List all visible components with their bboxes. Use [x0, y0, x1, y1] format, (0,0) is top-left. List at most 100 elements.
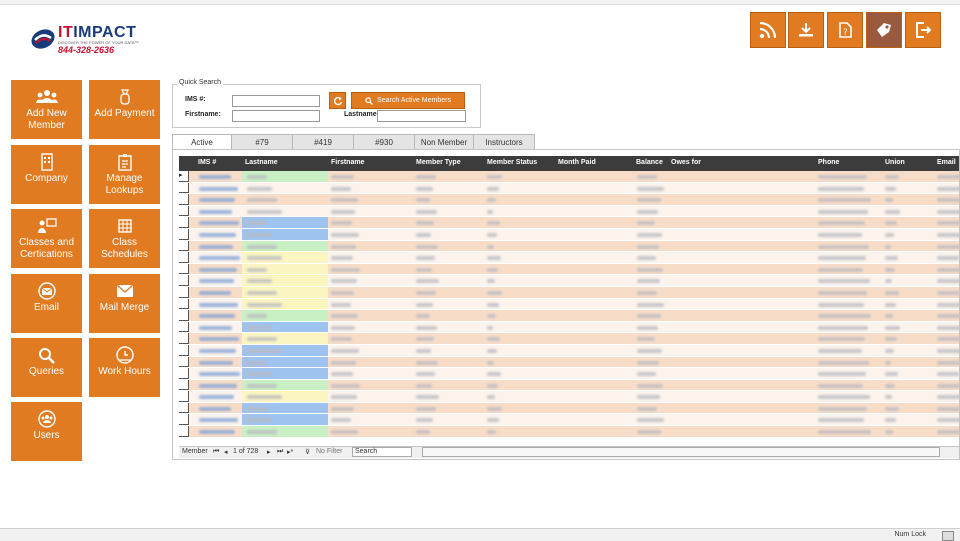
redacted-cell — [885, 383, 895, 388]
table-row[interactable] — [179, 298, 959, 311]
first-record-icon[interactable]: ⏮ — [213, 448, 219, 456]
row-selector[interactable] — [179, 379, 189, 391]
work-hours-button[interactable]: Work Hours — [89, 338, 160, 397]
row-selector[interactable] — [179, 344, 189, 356]
logo-phone: 844-328-2636 — [58, 45, 115, 55]
row-selector[interactable] — [179, 275, 189, 286]
table-row[interactable] — [179, 426, 959, 438]
next-record-icon[interactable]: ▸ — [267, 448, 271, 456]
grid-rows: ▸ — [179, 171, 959, 438]
horizontal-scrollbar[interactable] — [422, 447, 940, 457]
nav-search-input[interactable]: Search — [352, 447, 412, 457]
tab-79[interactable]: #79 — [231, 134, 293, 150]
row-selector[interactable] — [179, 368, 189, 379]
table-row[interactable] — [179, 310, 959, 322]
row-selector[interactable] — [179, 310, 189, 321]
last-record-icon[interactable]: ⏭ — [277, 448, 283, 456]
prev-record-icon[interactable]: ◂ — [224, 448, 228, 456]
col-email[interactable]: Email — [937, 159, 956, 166]
row-selector[interactable] — [179, 391, 189, 402]
row-selector[interactable] — [179, 217, 189, 228]
table-row[interactable] — [179, 333, 959, 345]
add-member-button[interactable]: Add New Member — [11, 80, 82, 139]
firstname-input[interactable] — [232, 110, 320, 122]
lastname-input[interactable] — [377, 110, 466, 122]
refresh-button[interactable] — [329, 92, 346, 109]
col-lastname[interactable]: Lastname — [245, 159, 278, 166]
redacted-cell — [937, 372, 959, 377]
tab-active[interactable]: Active — [172, 134, 232, 150]
row-selector[interactable] — [179, 414, 189, 426]
table-row[interactable] — [179, 321, 959, 334]
row-selector[interactable] — [179, 194, 189, 205]
exit-button[interactable] — [905, 12, 941, 48]
row-selector[interactable] — [179, 205, 189, 217]
row-selector[interactable] — [179, 402, 189, 414]
table-row[interactable] — [179, 379, 959, 392]
row-selector[interactable] — [179, 426, 189, 437]
row-selector[interactable] — [179, 228, 189, 240]
add-payment-button[interactable]: Add Payment — [89, 80, 160, 139]
new-record-icon[interactable]: ▸* — [287, 448, 293, 456]
col-owes-for[interactable]: Owes for — [671, 159, 701, 166]
queries-button[interactable]: Queries — [11, 338, 82, 397]
row-selector[interactable]: ▸ — [179, 171, 189, 182]
manage-lookups-button[interactable]: Manage Lookups — [89, 145, 160, 204]
row-selector[interactable] — [179, 321, 189, 333]
table-row[interactable] — [179, 286, 959, 299]
col-member-type[interactable]: Member Type — [416, 159, 461, 166]
table-row[interactable] — [179, 368, 959, 380]
table-row[interactable] — [179, 275, 959, 287]
ims-input[interactable] — [232, 95, 320, 107]
settings-button[interactable] — [866, 12, 902, 48]
company-button[interactable]: Company — [11, 145, 82, 204]
class-schedules-button[interactable]: Class Schedules — [89, 209, 160, 268]
table-row[interactable] — [179, 182, 959, 195]
row-selector[interactable] — [179, 263, 189, 275]
row-selector[interactable] — [179, 286, 189, 298]
col-phone[interactable]: Phone — [818, 159, 839, 166]
row-selector[interactable] — [179, 182, 189, 194]
table-row[interactable] — [179, 217, 959, 229]
table-row[interactable] — [179, 391, 959, 403]
table-row[interactable] — [179, 252, 959, 264]
table-row[interactable] — [179, 402, 959, 415]
tab-930[interactable]: #930 — [353, 134, 415, 150]
search-active-members-button[interactable]: Search Active Members — [351, 92, 465, 109]
tab-non-member[interactable]: Non Member — [414, 134, 474, 150]
table-row[interactable] — [179, 205, 959, 218]
table-row[interactable] — [179, 414, 959, 427]
table-row[interactable] — [179, 263, 959, 276]
table-row[interactable] — [179, 228, 959, 241]
classes-certifications-button[interactable]: Classes and Certications — [11, 209, 82, 268]
redacted-cell — [247, 418, 272, 423]
row-selector[interactable] — [179, 298, 189, 310]
table-row[interactable] — [179, 344, 959, 357]
tab-instructors[interactable]: Instructors — [473, 134, 535, 150]
table-row[interactable]: ▸ — [179, 171, 959, 183]
row-selector[interactable] — [179, 356, 189, 368]
row-selector[interactable] — [179, 240, 189, 252]
tab-419[interactable]: #419 — [292, 134, 354, 150]
table-row[interactable] — [179, 240, 959, 253]
col-union[interactable]: Union — [885, 159, 905, 166]
redacted-cell — [637, 314, 661, 319]
calendar-icon — [117, 219, 132, 233]
email-button[interactable]: Email — [11, 274, 82, 333]
mail-merge-button[interactable]: Mail Merge — [89, 274, 160, 333]
help-button[interactable]: ? — [827, 12, 863, 48]
col-ims[interactable]: IMS # — [198, 159, 216, 166]
col-month-paid[interactable]: Month Paid — [558, 159, 596, 166]
row-selector[interactable] — [179, 252, 189, 263]
table-row[interactable] — [179, 194, 959, 206]
col-firstname[interactable]: Firstname — [331, 159, 364, 166]
download-button[interactable] — [788, 12, 824, 48]
filter-status[interactable]: No Filter — [316, 448, 342, 455]
redacted-cell — [199, 430, 235, 435]
table-row[interactable] — [179, 356, 959, 369]
users-button[interactable]: Users — [11, 402, 82, 461]
col-member-status[interactable]: Member Status — [487, 159, 537, 166]
row-selector[interactable] — [179, 333, 189, 344]
col-balance[interactable]: Balance — [636, 159, 663, 166]
rss-button[interactable] — [750, 12, 786, 48]
